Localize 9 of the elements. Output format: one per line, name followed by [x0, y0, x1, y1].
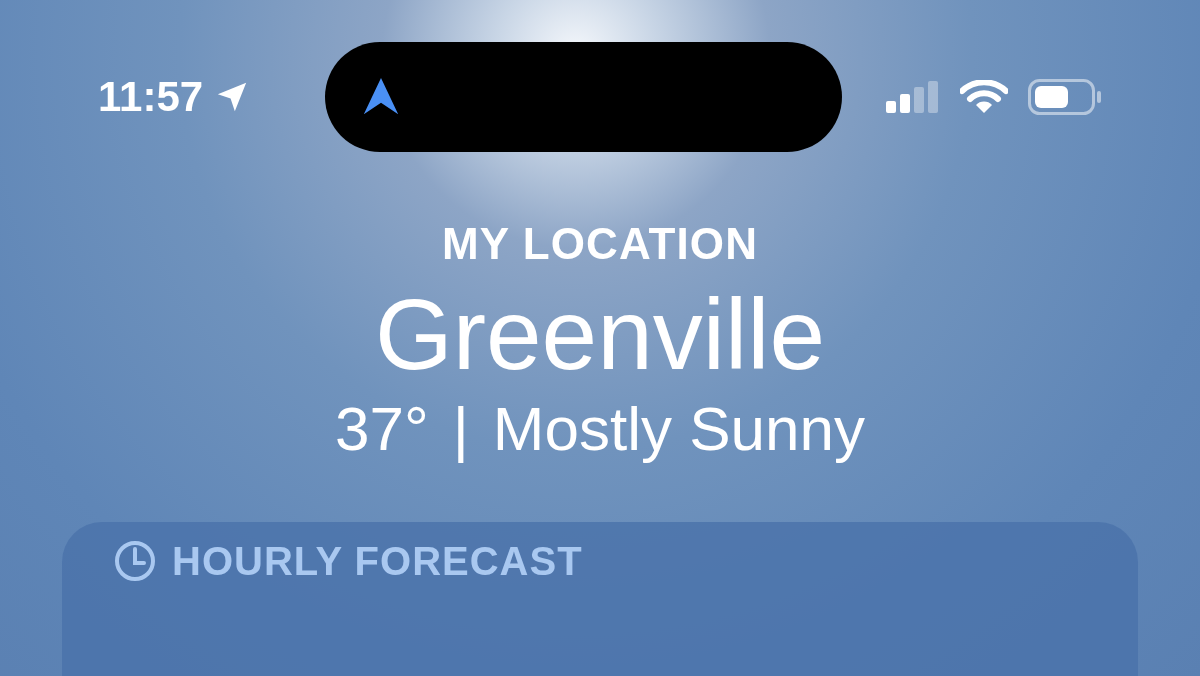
- clock-icon: [114, 540, 156, 582]
- wifi-icon: [960, 80, 1008, 114]
- status-time: 11:57: [98, 76, 204, 118]
- location-label: MY LOCATION: [442, 222, 758, 266]
- city-name: Greenville: [374, 284, 826, 384]
- signal-icon: [886, 81, 940, 113]
- temperature: 37°: [335, 398, 429, 460]
- battery-icon: [1028, 79, 1102, 115]
- section-title: HOURLY FORECAST: [172, 541, 583, 581]
